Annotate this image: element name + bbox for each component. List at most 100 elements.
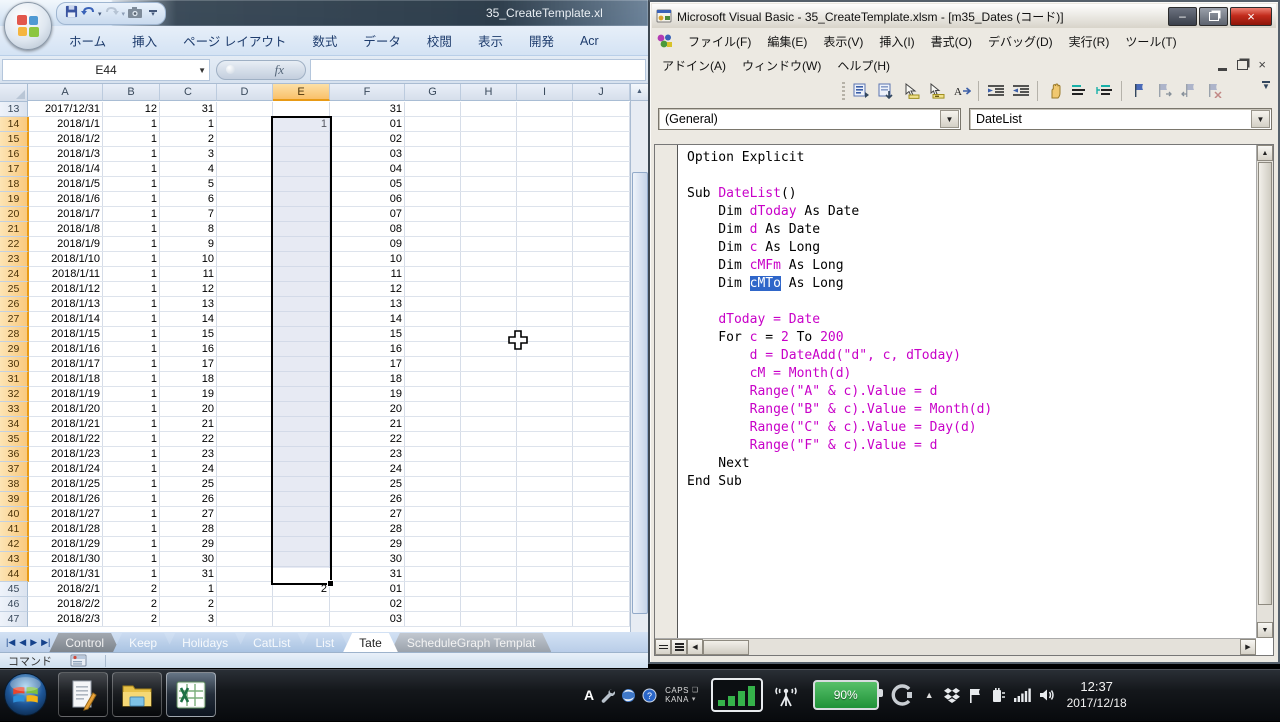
cell-A20[interactable]: 2018/1/7 [28,207,103,222]
column-header-C[interactable]: C [160,84,217,101]
cell-A17[interactable]: 2018/1/4 [28,162,103,177]
cell-B46[interactable]: 2 [103,597,160,612]
cell-A46[interactable]: 2018/2/2 [28,597,103,612]
cell-A39[interactable]: 2018/1/26 [28,492,103,507]
row-header-29[interactable]: 29 [0,342,29,357]
cell-B30[interactable]: 1 [103,357,160,372]
toggle-breakpoint-icon[interactable] [1043,79,1066,102]
row-header-41[interactable]: 41 [0,522,29,537]
comment-block-icon[interactable] [1068,79,1091,102]
office-button[interactable] [4,2,52,50]
cell-A30[interactable]: 2018/1/17 [28,357,103,372]
cell-A37[interactable]: 2018/1/24 [28,462,103,477]
cell-C18[interactable]: 5 [160,177,217,192]
cell-A36[interactable]: 2018/1/23 [28,447,103,462]
taskbar-excel-button[interactable] [166,672,216,717]
previous-bookmark-icon[interactable] [1177,79,1200,102]
taskbar-clock[interactable]: 12:37 2017/12/18 [1067,679,1127,711]
cell-F38[interactable]: 25 [330,477,405,492]
customize-qat-icon[interactable]: ▾ [149,10,157,17]
cell-F22[interactable]: 09 [330,237,405,252]
vba-menu-row1-8[interactable]: ツール(T) [1117,30,1184,53]
cell-C16[interactable]: 3 [160,147,217,162]
cell-F39[interactable]: 26 [330,492,405,507]
procedure-combo[interactable]: DateList ▼ [969,108,1272,130]
cell-A25[interactable]: 2018/1/12 [28,282,103,297]
cell-B45[interactable]: 2 [103,582,160,597]
row-header-20[interactable]: 20 [0,207,29,222]
ribbon-tab-3[interactable]: ページ レイアウト [170,31,299,50]
row-header-23[interactable]: 23 [0,252,29,267]
cell-F16[interactable]: 03 [330,147,405,162]
indent-icon[interactable] [984,79,1007,102]
row-header-18[interactable]: 18 [0,177,29,192]
cell-F46[interactable]: 02 [330,597,405,612]
cell-F19[interactable]: 06 [330,192,405,207]
eco-mode-icon[interactable] [891,684,913,706]
code-line-12[interactable]: d = DateAdd("d", c, dToday) [687,347,1255,365]
start-button[interactable] [3,672,48,722]
cell-B27[interactable]: 1 [103,312,160,327]
code-line-15[interactable]: Range("B" & c).Value = Month(d) [687,401,1255,419]
cell-A16[interactable]: 2018/1/3 [28,147,103,162]
object-combo-dropdown-icon[interactable]: ▼ [940,110,959,128]
ribbon-tab-4[interactable]: 数式 [299,31,350,50]
cell-C45[interactable]: 1 [160,582,217,597]
cell-A26[interactable]: 2018/1/13 [28,297,103,312]
cell-C20[interactable]: 7 [160,207,217,222]
vba-menu-row1-1[interactable]: ファイル(F) [680,30,759,53]
code-scroll-up-icon[interactable]: ▲ [1257,145,1273,161]
cell-F27[interactable]: 14 [330,312,405,327]
row-header-46[interactable]: 46 [0,597,28,612]
cell-B18[interactable]: 1 [103,177,160,192]
code-line-19[interactable]: End Sub [687,473,1255,491]
ribbon-tab-1[interactable]: ホーム [56,31,119,50]
cell-F15[interactable]: 02 [330,132,405,147]
sheet-tab-holidays[interactable]: Holidays [166,633,244,652]
complete-word-icon[interactable]: A [950,79,973,102]
cell-F18[interactable]: 05 [330,177,405,192]
dropbox-icon[interactable] [944,688,960,703]
column-header-F[interactable]: F [330,84,405,101]
row-header-26[interactable]: 26 [0,297,29,312]
row-header-32[interactable]: 32 [0,387,29,402]
cell-B29[interactable]: 1 [103,342,160,357]
cell-F32[interactable]: 19 [330,387,405,402]
sheet-tab-schedulegraph-templat[interactable]: ScheduleGraph Templat [391,633,552,652]
column-header-J[interactable]: J [573,84,630,101]
code-line-7[interactable]: Dim cMFm As Long [687,257,1255,275]
cell-C13[interactable]: 31 [160,102,217,117]
column-header-E[interactable]: E [273,84,330,101]
cell-C14[interactable]: 1 [160,117,217,132]
code-scroll-right-icon[interactable]: ▶ [1240,639,1256,655]
cell-F24[interactable]: 11 [330,267,405,282]
cell-A13[interactable]: 2017/12/31 [28,102,103,117]
code-line-14[interactable]: Range("A" & c).Value = d [687,383,1255,401]
code-vscroll-thumb[interactable] [1258,162,1272,605]
sheet-tab-tate[interactable]: Tate [343,633,398,652]
code-line-1[interactable]: Option Explicit [687,149,1255,167]
row-header-15[interactable]: 15 [0,132,29,147]
battery-meter[interactable]: 90% [813,680,879,710]
row-header-42[interactable]: 42 [0,537,29,552]
vba-menu-row2-3[interactable]: ヘルプ(H) [829,54,898,77]
save-icon[interactable] [65,5,78,23]
code-line-2[interactable] [687,167,1255,185]
camera-icon[interactable] [128,5,142,23]
column-header-B[interactable]: B [103,84,160,101]
ime-mode-indicator[interactable]: A [584,687,594,703]
vba-menu-row1-5[interactable]: 書式(O) [923,30,980,53]
toggle-bookmark-icon[interactable] [1127,79,1150,102]
cell-A18[interactable]: 2018/1/5 [28,177,103,192]
column-header-G[interactable]: G [405,84,461,101]
row-header-17[interactable]: 17 [0,162,29,177]
cell-B25[interactable]: 1 [103,282,160,297]
cell-A40[interactable]: 2018/1/27 [28,507,103,522]
cell-C35[interactable]: 22 [160,432,217,447]
cell-A35[interactable]: 2018/1/22 [28,432,103,447]
vba-menu-row2-1[interactable]: アドイン(A) [654,54,734,77]
row-header-30[interactable]: 30 [0,357,29,372]
cell-B15[interactable]: 1 [103,132,160,147]
code-line-8[interactable]: Dim cMTo As Long [687,275,1255,293]
close-button[interactable]: × [1230,7,1272,26]
